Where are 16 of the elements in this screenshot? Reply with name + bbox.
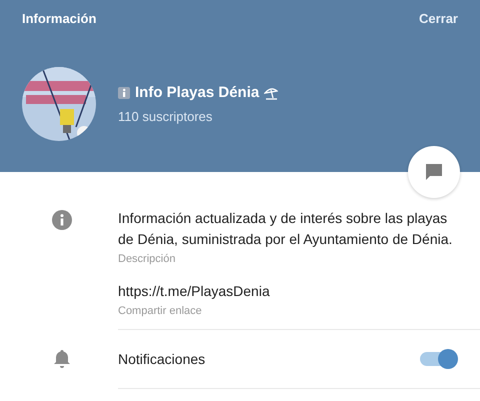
message-icon [424,162,444,182]
info-icon [52,210,72,230]
info-badge-icon [118,86,130,98]
description-label: Descripción [118,253,176,265]
subscriber-count: 110 suscriptores [118,109,214,124]
beach-umbrella-icon [264,86,278,100]
notifications-toggle[interactable] [420,352,456,366]
share-link[interactable]: https://t.me/PlayasDenia [118,281,460,302]
share-link-label: Compartir enlace [118,305,203,317]
message-button[interactable] [408,146,460,198]
channel-description: Información actualizada y de interés sobre las playas de Dénia, suministrada por el Ayuntamiento de Dénia. [118,209,454,249]
channel-name: Info Playas Dénia [135,84,260,101]
notifications-label: Notificaciones [118,350,206,368]
bell-icon [52,349,72,369]
close-link[interactable]: Cerrar [418,11,458,26]
panel-title: Información [22,11,96,26]
